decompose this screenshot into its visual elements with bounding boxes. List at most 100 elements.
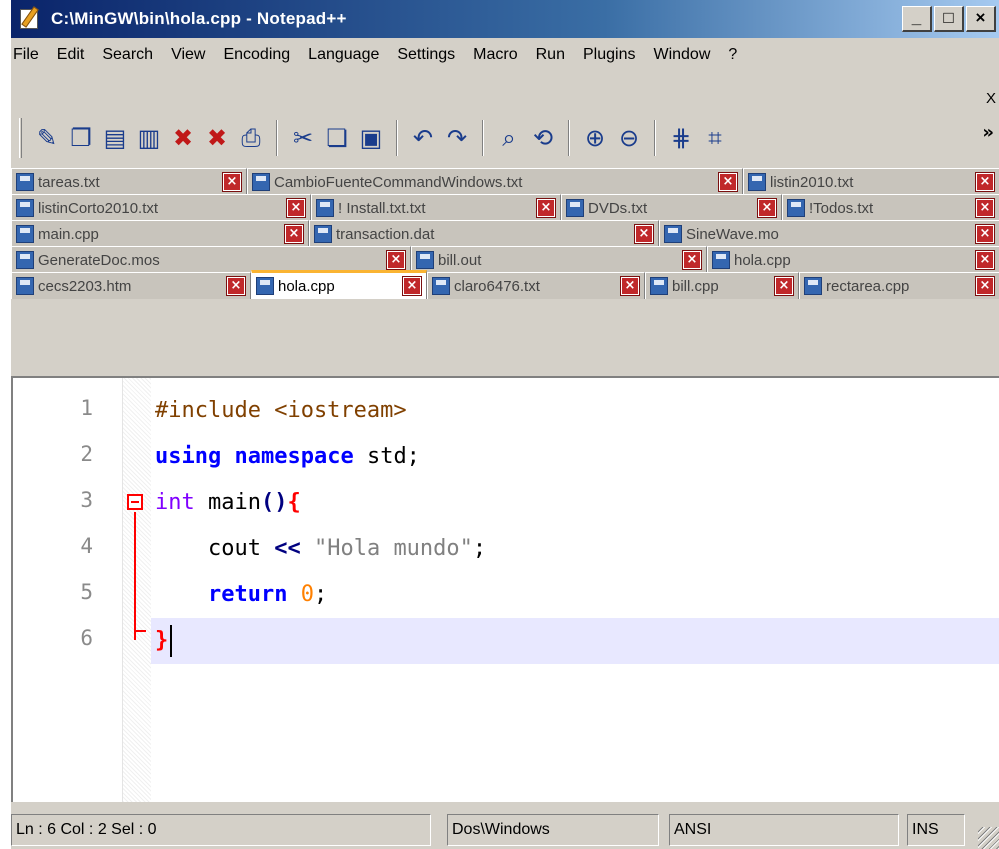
tab-close-icon[interactable]: × — [975, 276, 995, 296]
document-tab[interactable]: hola.cpp × — [707, 246, 999, 273]
tab-close-icon[interactable]: × — [386, 250, 406, 270]
notepad-app-icon[interactable] — [17, 6, 43, 32]
code-editor[interactable]: 1 2 3 4 5 6 #include <iostream> using namespace… — [11, 376, 999, 802]
tab-row: tareas.txt × CambioFuenteCommandWindows.tx… — [11, 168, 999, 196]
menu-item[interactable]: View — [162, 46, 214, 64]
document-tab[interactable]: rectarea.cpp × — [799, 272, 999, 299]
close-document-button[interactable]: X — [986, 90, 996, 107]
menu-item[interactable]: ? — [719, 46, 746, 64]
maximize-button[interactable]: □ — [934, 6, 964, 32]
sync-horizontal-icon[interactable]: ⌗ — [698, 120, 732, 156]
tab-close-icon[interactable]: × — [757, 198, 777, 218]
paste-icon[interactable]: ▣ — [354, 120, 388, 156]
fold-line — [134, 512, 136, 640]
tab-close-icon[interactable]: × — [975, 198, 995, 218]
open-file-icon[interactable]: ❐ — [64, 120, 98, 156]
undo-icon[interactable]: ↶ — [406, 120, 440, 156]
code-line[interactable]: return 0; — [155, 572, 327, 618]
menu-item[interactable]: Edit — [48, 46, 94, 64]
menu-item[interactable]: Window — [644, 46, 719, 64]
status-eol-format[interactable]: Dos\Windows — [447, 814, 659, 846]
code-line[interactable]: int main(){ — [155, 480, 301, 526]
tab-close-icon[interactable]: × — [682, 250, 702, 270]
line-number: 2 — [80, 442, 93, 466]
document-tab[interactable]: hola.cpp × — [251, 270, 427, 299]
fold-margin[interactable] — [123, 378, 151, 802]
menu-item[interactable]: Run — [527, 46, 574, 64]
menu-item[interactable]: Encoding — [214, 46, 299, 64]
document-tab[interactable]: tareas.txt × — [11, 168, 247, 195]
fold-end-marker — [134, 630, 146, 632]
close-button[interactable]: × — [966, 6, 996, 32]
document-tab[interactable]: !Todos.txt × — [782, 194, 999, 221]
document-tab[interactable]: transaction.dat × — [309, 220, 659, 247]
close-file-icon[interactable]: ✖ — [166, 120, 200, 156]
menu-item[interactable]: Language — [299, 46, 388, 64]
tab-close-icon[interactable]: × — [975, 224, 995, 244]
menu-item[interactable]: File — [11, 46, 48, 64]
find-icon[interactable]: ⌕ — [492, 120, 526, 156]
tab-close-icon[interactable]: × — [536, 198, 556, 218]
print-icon[interactable]: ⎙ — [234, 120, 268, 156]
code-line[interactable]: } — [155, 618, 168, 664]
document-tab[interactable]: ! Install.txt.txt × — [311, 194, 561, 221]
title-bar[interactable]: C:\MinGW\bin\hola.cpp - Notepad++ _ □ × — [11, 0, 999, 38]
file-saved-icon — [256, 277, 274, 295]
minimize-button[interactable]: _ — [902, 6, 932, 32]
tab-label: main.cpp — [38, 225, 99, 243]
redo-icon[interactable]: ↷ — [440, 120, 474, 156]
tab-close-icon[interactable]: × — [774, 276, 794, 296]
menu-item[interactable]: Plugins — [574, 46, 644, 64]
save-all-icon[interactable]: ▥ — [132, 120, 166, 156]
tab-label: DVDs.txt — [588, 199, 648, 217]
document-tab[interactable]: GenerateDoc.mos × — [11, 246, 411, 273]
copy-icon[interactable]: ❏ — [320, 120, 354, 156]
code-line[interactable]: using namespace std; — [155, 434, 420, 480]
document-tab[interactable]: CambioFuenteCommandWindows.txt × — [247, 168, 743, 195]
menu-item[interactable]: Macro — [464, 46, 526, 64]
toolbar-overflow-icon[interactable]: » — [982, 122, 994, 143]
fold-collapse-icon[interactable] — [127, 494, 143, 510]
code-line[interactable]: #include <iostream> — [155, 388, 407, 434]
close-all-icon[interactable]: ✖ — [200, 120, 234, 156]
toolbar-grip[interactable] — [19, 118, 22, 158]
zoom-in-icon[interactable]: ⊕ — [578, 120, 612, 156]
tab-close-icon[interactable]: × — [222, 172, 242, 192]
document-tab[interactable]: SineWave.mo × — [659, 220, 999, 247]
tab-close-icon[interactable]: × — [226, 276, 246, 296]
document-tab[interactable]: listinCorto2010.txt × — [11, 194, 311, 221]
status-encoding[interactable]: ANSI — [669, 814, 899, 846]
window-title: C:\MinGW\bin\hola.cpp - Notepad++ — [51, 9, 347, 28]
replace-icon[interactable]: ⟲ — [526, 120, 560, 156]
sync-vertical-icon[interactable]: ⋕ — [664, 120, 698, 156]
tab-close-icon[interactable]: × — [286, 198, 306, 218]
document-tab[interactable]: bill.out × — [411, 246, 707, 273]
code-token: cout — [155, 536, 275, 561]
document-tab[interactable]: bill.cpp × — [645, 272, 799, 299]
tab-close-icon[interactable]: × — [634, 224, 654, 244]
tab-close-icon[interactable]: × — [718, 172, 738, 192]
document-tab[interactable]: listin2010.txt × — [743, 168, 999, 195]
document-tab[interactable]: claro6476.txt × — [427, 272, 645, 299]
cut-icon[interactable]: ✂ — [286, 120, 320, 156]
tab-close-icon[interactable]: × — [975, 250, 995, 270]
tab-close-icon[interactable]: × — [284, 224, 304, 244]
code-line[interactable]: cout << "Hola mundo"; — [155, 526, 486, 572]
save-file-icon[interactable]: ▤ — [98, 120, 132, 156]
menu-item[interactable]: Settings — [388, 46, 464, 64]
menu-item[interactable]: Search — [93, 46, 162, 64]
zoom-out-icon[interactable]: ⊖ — [612, 120, 646, 156]
resize-grip[interactable] — [978, 827, 999, 849]
tab-close-icon[interactable]: × — [975, 172, 995, 192]
tab-label: ! Install.txt.txt — [338, 199, 426, 217]
tab-close-icon[interactable]: × — [402, 276, 422, 296]
file-saved-icon — [16, 225, 34, 243]
tab-close-icon[interactable]: × — [620, 276, 640, 296]
document-tab[interactable]: main.cpp × — [11, 220, 309, 247]
notepad-plus-plus-window: C:\MinGW\bin\hola.cpp - Notepad++ _ □ × … — [10, 0, 999, 849]
new-file-icon[interactable]: ✎ — [30, 120, 64, 156]
document-tab[interactable]: DVDs.txt × — [561, 194, 782, 221]
document-tab[interactable]: cecs2203.htm × — [11, 272, 251, 299]
